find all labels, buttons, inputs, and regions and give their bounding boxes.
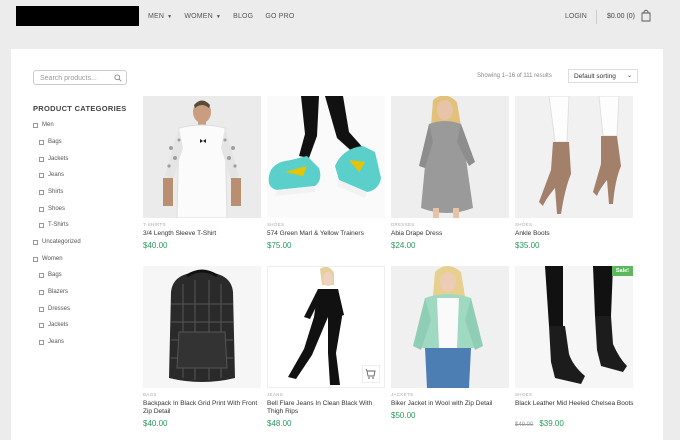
login-link[interactable]: LOGIN xyxy=(565,13,587,20)
product-price: $50.00 xyxy=(391,411,416,420)
category-item[interactable]: Bags xyxy=(39,272,62,278)
checkbox[interactable] xyxy=(39,289,44,295)
category-item[interactable]: Shoes xyxy=(39,206,65,212)
category-item[interactable]: Blazers xyxy=(39,289,68,295)
product-category: SHOES xyxy=(515,222,533,227)
bag-icon[interactable] xyxy=(641,9,651,22)
nav-women[interactable]: WOMEN ▼ xyxy=(184,13,221,20)
cart-icon xyxy=(365,368,376,379)
product-category: T-SHIRTS xyxy=(143,222,166,227)
category-item[interactable]: Jeans xyxy=(39,172,64,178)
product-name[interactable]: Bell Flare Jeans In Clean Black With Thi… xyxy=(267,400,389,416)
checkbox[interactable] xyxy=(39,272,44,278)
product-category: JACKETS xyxy=(391,392,414,397)
category-item[interactable]: Dresses xyxy=(39,306,70,312)
product-category: JEANS xyxy=(267,392,284,397)
search-icon[interactable] xyxy=(114,74,122,82)
checkbox[interactable] xyxy=(39,206,44,212)
product-category: BAGS xyxy=(143,392,157,397)
product-name[interactable]: Ankle Boots xyxy=(515,230,637,238)
category-item[interactable]: Women xyxy=(33,256,63,262)
product-categories-title: PRODUCT CATEGORIES xyxy=(33,104,127,113)
header-divider xyxy=(596,10,597,24)
checkbox[interactable] xyxy=(39,139,44,145)
checkbox[interactable] xyxy=(39,339,44,345)
chevron-down-icon: ⌄ xyxy=(626,73,632,79)
results-count: Showing 1–16 of 111 results xyxy=(477,73,552,79)
category-item[interactable]: Bags xyxy=(39,139,62,145)
product-price: $48.00 xyxy=(267,419,292,428)
product-price: $40.00 xyxy=(143,241,168,250)
search-input[interactable] xyxy=(40,74,110,82)
product-category: SHOES xyxy=(267,222,285,227)
category-item[interactable]: Jeans xyxy=(39,339,64,345)
site-logo[interactable] xyxy=(16,6,139,26)
checkbox[interactable] xyxy=(39,222,44,228)
product-price: $35.00 xyxy=(515,241,540,250)
checkbox[interactable] xyxy=(39,306,44,312)
checkbox[interactable] xyxy=(39,156,44,162)
product-price: $40.00 xyxy=(143,419,168,428)
category-item[interactable]: T-Shirts xyxy=(39,222,69,228)
sale-badge: Sale! xyxy=(611,266,633,276)
product-price: $24.00 xyxy=(391,241,416,250)
old-price: $49.00 xyxy=(515,422,534,428)
product-name[interactable]: 574 Green Marl & Yellow Trainers xyxy=(267,230,389,238)
shop-content: PRODUCT CATEGORIES Men Bags Jackets Jean… xyxy=(11,49,663,440)
cart-total[interactable]: $0.00 (0) xyxy=(607,13,635,20)
nav-go-pro[interactable]: GO PRO xyxy=(265,13,294,20)
product-category: DRESSES xyxy=(391,222,415,227)
sort-select[interactable]: Default sorting ⌄ xyxy=(568,69,638,83)
checkbox[interactable] xyxy=(33,256,38,262)
nav-blog[interactable]: BLOG xyxy=(233,13,253,20)
sale-price: $39.00 xyxy=(539,419,564,428)
category-item[interactable]: Jackets xyxy=(39,322,68,328)
product-name[interactable]: Backpack In Black Grid Print With Front … xyxy=(143,400,265,416)
product-price: $49.00 $39.00 xyxy=(515,419,564,428)
chevron-down-icon: ▼ xyxy=(215,13,222,20)
product-search xyxy=(33,70,127,85)
main-nav: MEN ▼ WOMEN ▼ BLOG GO PRO xyxy=(148,13,307,20)
checkbox[interactable] xyxy=(39,322,44,328)
category-item[interactable]: Shirts xyxy=(39,189,63,195)
product-name[interactable]: 3/4 Length Sleeve T-Shirt xyxy=(143,230,265,238)
category-item[interactable]: Uncategorized xyxy=(33,239,81,245)
product-image[interactable] xyxy=(143,266,261,388)
add-to-cart-button[interactable] xyxy=(362,365,380,383)
site-header: MEN ▼ WOMEN ▼ BLOG GO PRO LOGIN $0.00 (0) xyxy=(0,0,680,36)
product-name[interactable]: Abia Drape Dress xyxy=(391,230,513,238)
checkbox[interactable] xyxy=(33,122,38,128)
nav-men[interactable]: MEN ▼ xyxy=(148,13,172,20)
checkbox[interactable] xyxy=(33,239,38,245)
category-item[interactable]: Men xyxy=(33,122,54,128)
product-image[interactable] xyxy=(391,96,509,218)
product-price: $75.00 xyxy=(267,241,292,250)
product-category: SHOES xyxy=(515,392,533,397)
category-item[interactable]: Jackets xyxy=(39,156,68,162)
product-image[interactable] xyxy=(515,96,633,218)
checkbox[interactable] xyxy=(39,189,44,195)
product-name[interactable]: Biker Jacket in Wool with Zip Detail xyxy=(391,400,513,408)
product-image[interactable] xyxy=(267,266,385,388)
product-image[interactable] xyxy=(391,266,509,388)
chevron-down-icon: ▼ xyxy=(167,13,173,20)
product-image[interactable]: Sale! xyxy=(515,266,633,388)
product-image[interactable] xyxy=(143,96,261,218)
product-name[interactable]: Black Leather Mid Heeled Chelsea Boots xyxy=(515,400,637,408)
checkbox[interactable] xyxy=(39,172,44,178)
product-image[interactable] xyxy=(267,96,385,218)
